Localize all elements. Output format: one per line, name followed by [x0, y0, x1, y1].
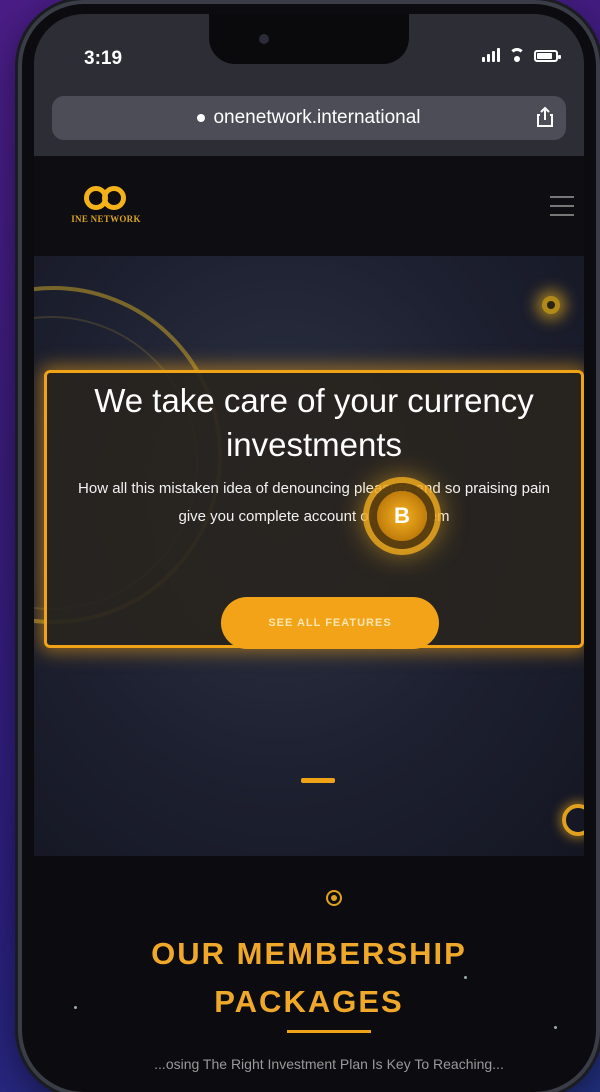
section-target-icon — [326, 890, 342, 906]
address-bar-url: onenetwork.international — [213, 107, 421, 128]
hamburger-menu-icon[interactable] — [550, 196, 574, 223]
packages-title: OUR MEMBERSHIP PACKAGES — [34, 930, 584, 1026]
slider-indicator[interactable] — [301, 778, 335, 783]
wifi-icon — [509, 48, 525, 62]
hero-card: We take care of your currency investment… — [44, 370, 584, 649]
hero-description: How all this mistaken idea of denouncing… — [78, 480, 550, 525]
coin-icon — [562, 804, 584, 836]
phone-frame: 3:19 onenetwork.international INE NETWOR… — [22, 4, 596, 1092]
glowing-coin-icon — [542, 296, 560, 314]
status-time: 3:19 — [84, 48, 123, 69]
status-icons — [482, 48, 561, 62]
camera-icon — [259, 34, 269, 44]
star-decoration — [554, 1026, 557, 1029]
logo-rings-icon — [82, 184, 130, 214]
bitcoin-icon: B — [377, 491, 427, 541]
title-underline — [287, 1030, 371, 1033]
site-logo[interactable]: INE NETWORK — [58, 184, 154, 224]
phone-notch — [209, 14, 409, 64]
hero-section: We take care of your currency investment… — [34, 256, 584, 856]
phone-screen: 3:19 onenetwork.international INE NETWOR… — [34, 14, 584, 1082]
packages-subtitle: ...osing The Right Investment Plan Is Ke… — [154, 1056, 504, 1072]
hero-title: We take care of your currency investment… — [94, 382, 534, 463]
membership-packages-section: OUR MEMBERSHIP PACKAGES ...osing The Rig… — [34, 856, 584, 1082]
share-icon[interactable] — [534, 106, 556, 128]
see-all-features-button[interactable]: SEE ALL FEATURES — [221, 597, 439, 649]
site-header: INE NETWORK — [34, 156, 584, 256]
battery-icon — [534, 50, 561, 62]
cellular-signal-icon — [482, 48, 500, 62]
logo-text: INE NETWORK — [71, 214, 141, 224]
browser-toolbar: onenetwork.international — [34, 74, 584, 156]
address-bar[interactable]: onenetwork.international — [52, 96, 566, 140]
packages-title-text: OUR MEMBERSHIP PACKAGES — [151, 936, 467, 1019]
lock-icon — [197, 114, 206, 122]
